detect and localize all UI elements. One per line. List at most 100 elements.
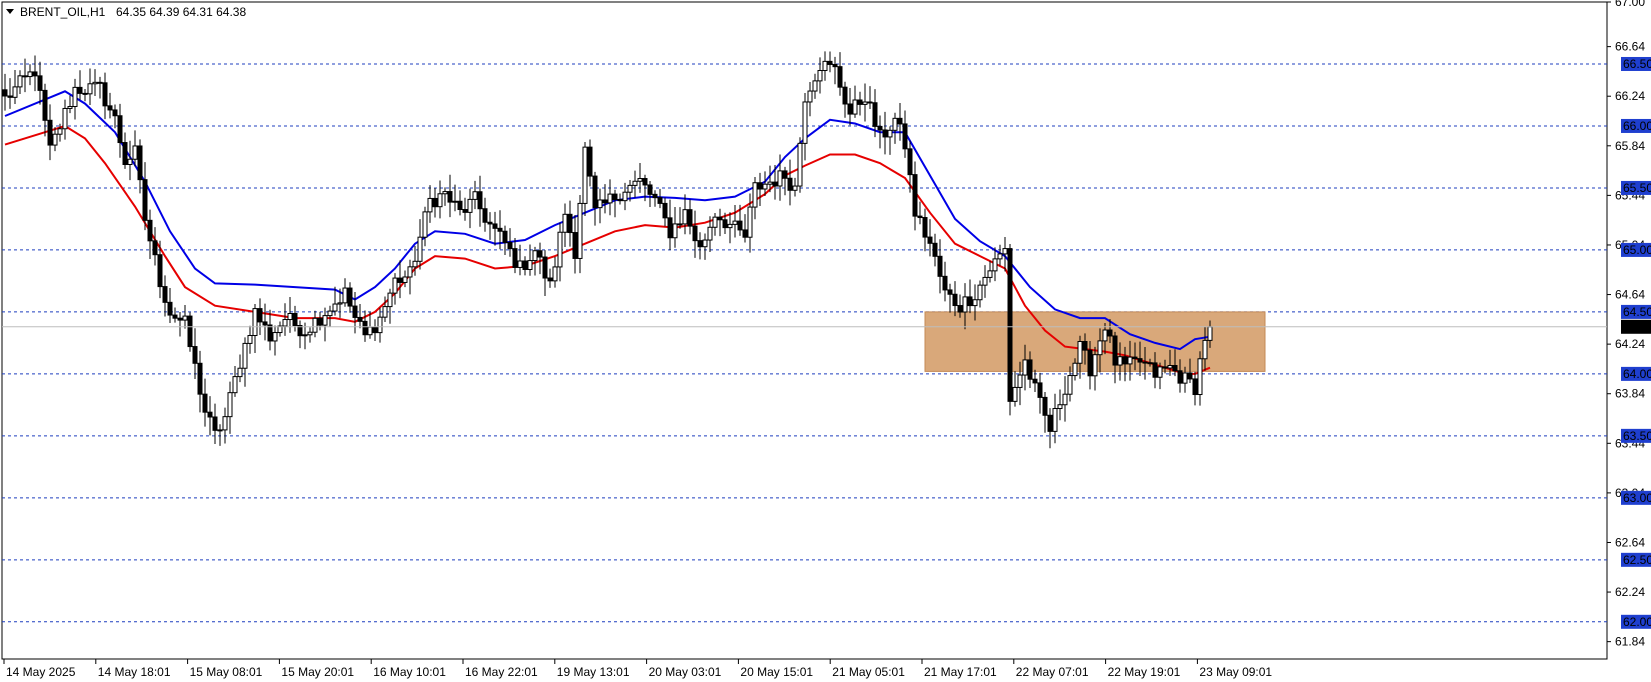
candle-body (217, 429, 223, 432)
candle-body (117, 115, 123, 144)
candle-body (1042, 396, 1048, 416)
candle-body (1112, 335, 1118, 366)
level-label: 62.50 (1623, 553, 1651, 567)
candle-body (327, 310, 333, 317)
candle-body (342, 287, 348, 304)
time-tick-label: 16 May 10:01 (373, 665, 446, 679)
candle-body (887, 129, 893, 138)
candle-body (982, 276, 988, 286)
candle-body (657, 197, 663, 204)
candle-body (1157, 366, 1163, 378)
price-tick-label: 65.84 (1615, 139, 1645, 153)
candle-body (707, 226, 713, 241)
candle-body (617, 199, 623, 202)
candle-body (687, 209, 693, 227)
candle-body (787, 177, 793, 191)
candle-body (337, 302, 343, 305)
candle-body (697, 240, 703, 248)
candle-body (677, 223, 683, 226)
candle-body (542, 256, 548, 279)
candle-body (332, 303, 338, 312)
candle-body (427, 197, 433, 213)
candle-body (432, 197, 438, 208)
candle (1007, 244, 1013, 416)
candle-body (1062, 393, 1068, 406)
candle-body (1052, 408, 1058, 432)
candle-body (582, 146, 588, 204)
price-axis[interactable]: 67.0066.6466.2465.8465.4465.0464.6464.24… (1607, 0, 1651, 649)
candle-body (1172, 365, 1178, 372)
candle-body (797, 142, 803, 187)
candle-body (1057, 404, 1063, 410)
symbol-label: BRENT_OIL,H1 (20, 5, 106, 19)
level-label: 65.50 (1623, 181, 1651, 195)
candle-body (92, 81, 98, 85)
time-tick-label: 15 May 20:01 (281, 665, 354, 679)
candle-body (1007, 248, 1013, 402)
candle (187, 312, 193, 352)
candle-body (82, 92, 88, 95)
candle-body (792, 185, 798, 191)
candle-body (672, 223, 678, 239)
candle-body (1162, 366, 1168, 369)
candle-body (652, 193, 658, 199)
candle-body (477, 191, 483, 210)
level-label: 66.50 (1623, 57, 1651, 71)
candle-body (482, 208, 488, 223)
candle-body (62, 107, 68, 130)
candle-body (272, 332, 278, 342)
candle-body (147, 219, 153, 242)
candle-body (152, 240, 158, 256)
candle-body (42, 89, 48, 121)
candle-body (867, 101, 873, 104)
candle-body (407, 266, 413, 278)
candle-body (932, 242, 938, 257)
level-label: 66.00 (1623, 119, 1651, 133)
candle-body (1182, 372, 1188, 384)
candle-body (622, 191, 628, 202)
candle-body (502, 230, 508, 243)
candle-body (902, 123, 908, 150)
candle-body (417, 236, 423, 262)
candle-body (922, 217, 928, 238)
candle-body (507, 241, 513, 250)
level-label: 64.00 (1623, 367, 1651, 381)
candle-body (232, 376, 238, 394)
candle-body (2, 89, 8, 97)
candle-body (712, 216, 718, 228)
candle-body (422, 211, 428, 238)
candle-body (487, 221, 493, 225)
candle-body (32, 71, 38, 77)
candle-body (112, 109, 118, 117)
candle-body (547, 277, 553, 282)
candle-body (972, 299, 978, 307)
ohlc-values: 64.35 64.39 64.31 64.38 (116, 5, 246, 19)
candle-body (852, 99, 858, 115)
candle-body (592, 175, 598, 209)
time-tick-label: 23 May 09:01 (1199, 665, 1272, 679)
candle-body (772, 181, 778, 187)
candle-body (717, 216, 723, 221)
candle-body (892, 117, 898, 131)
candle-body (307, 331, 313, 336)
candle-body (442, 191, 448, 195)
candle-body (832, 63, 838, 68)
candle-body (612, 193, 618, 201)
time-tick-label: 15 May 08:01 (190, 665, 263, 679)
candle-body (357, 316, 363, 322)
candle-body (762, 183, 768, 190)
price-tick-label: 61.84 (1615, 635, 1645, 649)
candle-body (692, 225, 698, 242)
chart-header[interactable]: BRENT_OIL,H1 64.35 64.39 64.31 64.38 (6, 5, 246, 19)
candle-body (437, 193, 443, 208)
candle-body (1097, 340, 1103, 356)
candle-body (167, 301, 173, 316)
candle-body (182, 315, 188, 321)
candle-body (627, 184, 633, 193)
candle-body (467, 198, 473, 213)
candle-body (537, 250, 543, 258)
candle-body (1027, 359, 1033, 380)
candle-body (312, 317, 318, 333)
price-chart[interactable]: 67.0066.6466.2465.8465.4465.0464.6464.24… (0, 0, 1651, 682)
time-axis[interactable]: 14 May 2025 14 May 18:01 15 May 08:01 15 Ma… (3, 659, 1272, 679)
